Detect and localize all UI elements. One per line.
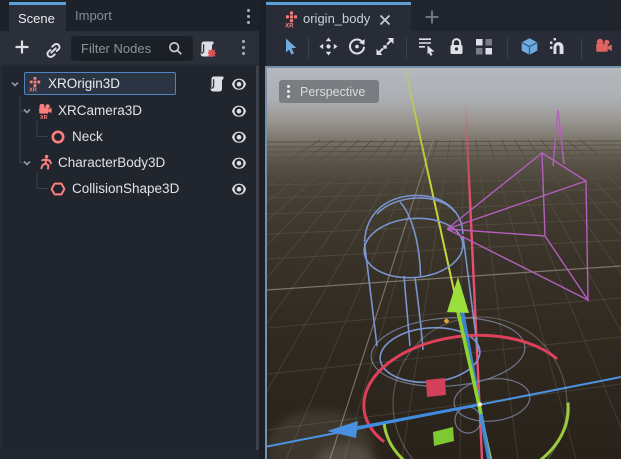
svg-text:XR: XR bbox=[285, 24, 294, 29]
svg-text:XR: XR bbox=[29, 88, 37, 92]
svg-text:XR: XR bbox=[40, 115, 48, 119]
